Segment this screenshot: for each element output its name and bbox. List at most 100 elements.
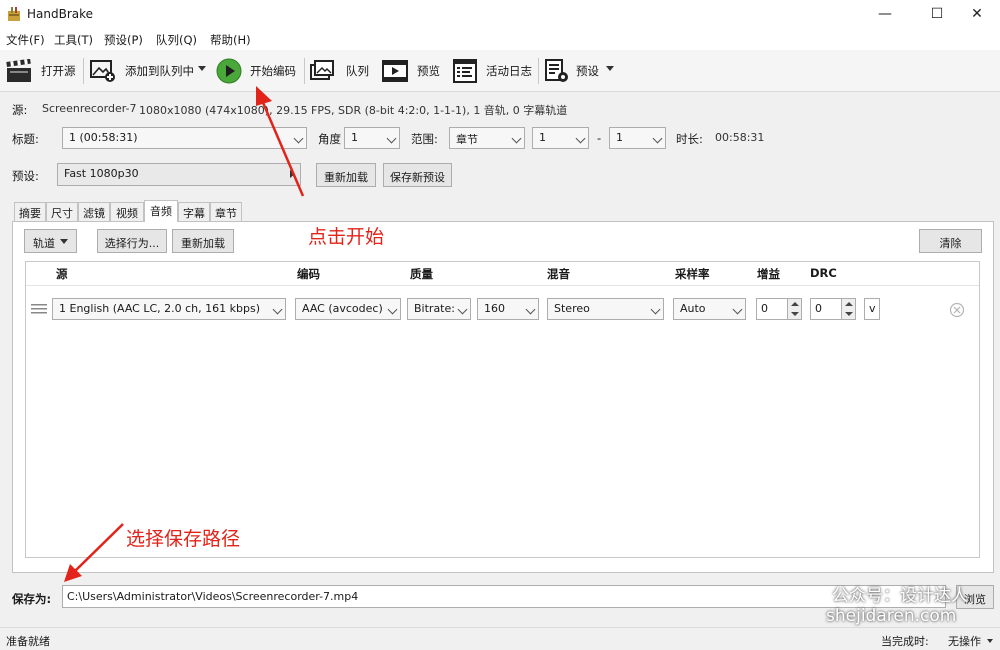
toolbar-divider [304,58,305,84]
samplerate-select[interactable]: Auto [673,298,746,320]
mixdown-select[interactable]: Stereo [547,298,664,320]
title-select[interactable]: 1 (00:58:31) [62,127,307,149]
tab-dimensions[interactable]: 尺寸 [46,202,78,221]
range-label: 范围: [411,132,438,146]
chevron-down-icon[interactable] [198,66,206,71]
annotation-click-start: 点击开始 [308,226,385,248]
choose-behavior-button[interactable]: 选择行为... [97,229,167,253]
clear-button[interactable]: 清除 [919,229,982,253]
menu-tools[interactable]: 工具(T) [54,32,93,48]
duration-value: 00:58:31 [715,131,765,144]
header-samplerate: 采样率 [675,267,710,281]
destination-path-value: C:\Users\Administrator\Videos\Screenreco… [67,590,359,603]
menu-help[interactable]: 帮助(H) [210,32,251,48]
reload-tracks-button[interactable]: 重新加载 [172,229,234,253]
preview-button[interactable]: 预览 [380,50,446,92]
samplerate-value: Auto [680,302,706,315]
range-type-select[interactable]: 章节 [449,127,525,149]
track-options-dropdown[interactable]: v [864,298,880,320]
header-quality: 质量 [410,267,433,281]
stepper-arrows-icon[interactable] [841,298,856,320]
header-mixdown: 混音 [547,267,570,281]
chevron-down-icon [575,133,586,144]
open-source-label: 打开源 [41,64,76,78]
remove-track-icon[interactable] [949,302,965,318]
chevron-down-icon [511,133,522,144]
codec-select[interactable]: AAC (avcodec) [295,298,401,320]
range-start-select[interactable]: 1 [532,127,589,149]
tab-chapters[interactable]: 章节 [210,202,242,221]
menu-presets[interactable]: 预设(P) [104,32,143,48]
close-button[interactable]: ✕ [954,0,1000,28]
source-label: 源: [12,103,28,117]
tracks-button[interactable]: 轨道 [24,229,77,253]
menu-bar: 文件(F) 工具(T) 预设(P) 队列(Q) 帮助(H) [0,28,1000,50]
bitrate-select[interactable]: 160 [477,298,539,320]
preset-select[interactable]: Fast 1080p30 [57,163,301,186]
gain-stepper[interactable]: 0 [756,298,802,320]
activity-log-label: 活动日志 [486,64,532,78]
drc-value: 0 [815,302,822,315]
queue-label: 队列 [346,64,369,78]
tab-summary[interactable]: 摘要 [14,202,46,221]
presets-button[interactable]: 预设 [542,50,620,92]
queue-button[interactable]: 队列 [308,50,374,92]
chevron-down-icon [293,133,304,144]
save-new-preset-button[interactable]: 保存新预设 [383,163,452,187]
angle-select-value: 1 [351,131,358,144]
film-play-icon [382,60,408,82]
angle-select[interactable]: 1 [344,127,400,149]
add-picture-icon [90,60,115,82]
save-as-label: 保存为: [12,592,52,606]
toolbar-divider [538,58,539,84]
drag-handle-icon[interactable] [31,303,47,315]
window-title: HandBrake [27,7,94,21]
handbrake-logo-icon [8,7,20,21]
destination-path-field[interactable]: C:\Users\Administrator\Videos\Screenreco… [62,585,946,608]
range-end-select[interactable]: 1 [609,127,666,149]
chevron-down-icon[interactable] [987,639,993,643]
menu-file[interactable]: 文件(F) [6,32,45,48]
when-done-label: 当完成时: [881,635,929,648]
source-info: 1080x1080 (474x1080), 29.15 FPS, SDR (8-… [139,104,568,117]
chevron-down-icon [60,239,68,244]
angle-label: 角度 [318,132,341,146]
add-to-queue-button[interactable]: 添加到队列中 [88,50,210,92]
range-type-value: 章节 [456,133,478,146]
menu-queue[interactable]: 队列(Q) [156,32,197,48]
chevron-down-icon [386,133,397,144]
clapperboard-icon [6,59,31,82]
header-source: 源 [56,267,68,281]
chevron-down-icon [652,133,663,144]
minimize-button[interactable]: — [862,0,908,28]
header-drc: DRC [810,266,837,280]
track-source-select[interactable]: 1 English (AAC LC, 2.0 ch, 161 kbps) [52,298,286,320]
activity-log-button[interactable]: 活动日志 [450,50,538,92]
status-text: 准备就绪 [6,635,50,648]
drc-stepper[interactable]: 0 [810,298,856,320]
gain-value: 0 [761,302,768,315]
terminal-icon [453,59,477,83]
reload-preset-button[interactable]: 重新加载 [316,163,376,187]
title-bar: HandBrake — ☐ ✕ [0,0,1000,28]
tab-subtitles[interactable]: 字幕 [178,202,210,221]
quality-mode-value: Bitrate: [414,302,455,315]
chevron-down-icon [650,304,661,315]
add-to-queue-label: 添加到队列中 [125,64,194,78]
quality-mode-select[interactable]: Bitrate: [407,298,471,320]
tab-audio[interactable]: 音频 [144,200,178,222]
when-done-value[interactable]: 无操作 [948,633,981,649]
stacked-pictures-icon [310,60,334,80]
open-source-button[interactable]: 打开源 [4,50,80,92]
stepper-arrows-icon[interactable] [787,298,802,320]
settings-document-icon [545,59,568,82]
tracks-button-label: 轨道 [33,237,55,250]
duration-label: 时长: [676,132,703,146]
tab-video[interactable]: 视频 [110,202,144,221]
chevron-down-icon[interactable] [606,66,614,71]
header-codec: 编码 [297,267,320,281]
tab-filters[interactable]: 滤镜 [78,202,110,221]
start-encode-label: 开始编码 [250,64,296,78]
start-encode-button[interactable]: 开始编码 [214,50,300,92]
audio-track-row: 1 English (AAC LC, 2.0 ch, 161 kbps) AAC… [26,294,979,326]
